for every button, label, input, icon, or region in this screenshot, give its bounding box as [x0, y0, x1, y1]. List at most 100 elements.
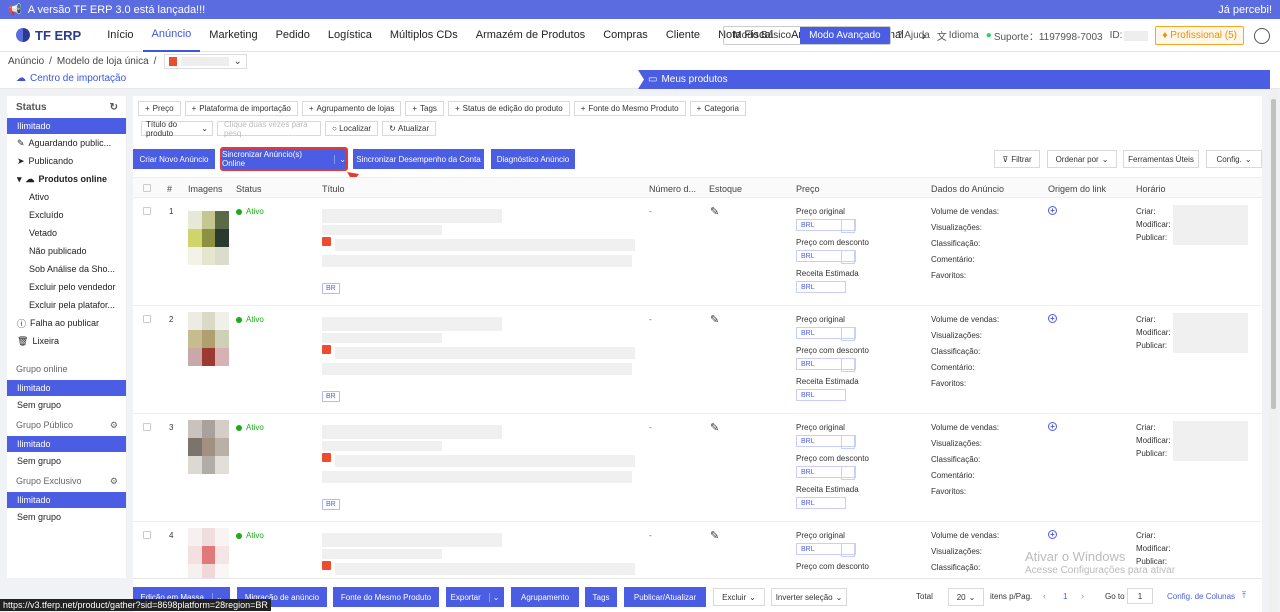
- add-link-icon[interactable]: +: [1048, 314, 1057, 323]
- filter-category[interactable]: + Categoria: [689, 101, 746, 116]
- group-exclusive-unlimited[interactable]: Ilimitado: [7, 492, 126, 508]
- menu-item-pedido[interactable]: Pedido: [267, 19, 319, 52]
- tags-button[interactable]: Tags: [585, 587, 617, 607]
- user-avatar-icon[interactable]: [1254, 27, 1270, 44]
- original-price-field[interactable]: BRL: [796, 543, 856, 557]
- gear-icon[interactable]: ⚙: [110, 420, 118, 431]
- sidebar-item-unlimited[interactable]: Ilimitado: [7, 118, 126, 134]
- find-button[interactable]: ○ Localizar: [325, 121, 379, 136]
- export-button[interactable]: Exportar ⌄: [446, 587, 504, 607]
- product-thumbnail[interactable]: [188, 420, 229, 474]
- invert-selection-button[interactable]: Inverter seleção ⌄: [771, 588, 847, 606]
- shop-selector[interactable]: ⌄: [164, 53, 247, 69]
- edit-stock-icon[interactable]: ✎: [710, 313, 719, 326]
- filter-button[interactable]: ⊽ Filtrar: [994, 150, 1040, 168]
- breadcrumb-anuncio[interactable]: Anúncio: [8, 56, 44, 67]
- help-link[interactable]: ? Ajuda: [897, 30, 930, 41]
- sidebar-item-platform-deleted[interactable]: Excluir pela platafor...: [7, 296, 126, 314]
- next-page-icon[interactable]: ›: [1081, 591, 1084, 601]
- menu-item-cliente[interactable]: Cliente: [657, 19, 709, 52]
- goto-page-input[interactable]: 1: [1127, 588, 1153, 604]
- diagnose-listing-button[interactable]: Diagnóstico Anúncio: [491, 149, 575, 169]
- import-center-tab[interactable]: ☁ Centro de importação: [16, 73, 126, 84]
- refresh-button[interactable]: ↻ Atualizar: [382, 121, 437, 136]
- product-thumbnail[interactable]: [188, 528, 229, 578]
- search-input[interactable]: Clique duas vezes para pesq: [217, 120, 321, 138]
- original-price-field[interactable]: BRL: [796, 219, 856, 233]
- sidebar-item-publishing[interactable]: ➤ Publicando: [7, 152, 126, 170]
- row-checkbox[interactable]: [143, 207, 151, 215]
- sidebar-item-trash[interactable]: 🗑 Lixeira: [7, 332, 126, 350]
- config-button[interactable]: Config. ⌄: [1206, 150, 1262, 168]
- back-to-top-icon[interactable]: ⤒: [1242, 590, 1246, 601]
- filter-import-platform[interactable]: + Plataforma de importação: [184, 101, 298, 116]
- search-field-select[interactable]: Título do produto ⌄: [141, 120, 213, 138]
- group-public-unlimited[interactable]: Ilimitado: [7, 436, 126, 452]
- filter-price[interactable]: + Preço: [138, 101, 181, 116]
- filter-tags[interactable]: + Tags: [405, 101, 444, 116]
- prev-page-icon[interactable]: ‹: [1043, 591, 1046, 601]
- plan-badge[interactable]: ♦ Profissional (5): [1155, 26, 1244, 45]
- mode-advanced-button[interactable]: Modo Avançado: [800, 27, 890, 44]
- scrollbar-thumb[interactable]: [1271, 99, 1276, 409]
- grouping-button[interactable]: Agrupamento: [511, 587, 579, 607]
- table-row[interactable]: 2 Ativo BR - ✎ Preço original BRL Preço …: [133, 307, 1262, 414]
- add-link-icon[interactable]: +: [1048, 422, 1057, 431]
- tools-button[interactable]: Ferramentas Úteis: [1123, 150, 1199, 168]
- original-price-field[interactable]: BRL: [796, 327, 856, 341]
- menu-item-logistica[interactable]: Logística: [319, 19, 381, 52]
- add-link-icon[interactable]: +: [1048, 206, 1057, 215]
- product-thumbnail[interactable]: [188, 211, 229, 265]
- sidebar-item-active[interactable]: Ativo: [7, 188, 126, 206]
- menu-item-armazem-produtos[interactable]: Armazém de Produtos: [467, 19, 594, 52]
- edit-stock-icon[interactable]: ✎: [710, 205, 719, 218]
- discount-price-field[interactable]: BRL: [796, 358, 856, 372]
- mode-basic-button[interactable]: Modo Básico: [724, 27, 800, 44]
- discount-price-field[interactable]: BRL: [796, 250, 856, 264]
- sync-performance-button[interactable]: Sincronizar Desempenho da Conta: [353, 149, 484, 169]
- row-checkbox[interactable]: [143, 423, 151, 431]
- edit-stock-icon[interactable]: ✎: [710, 529, 719, 542]
- sidebar-item-online[interactable]: ▾ ☁ Produtos online: [7, 170, 126, 188]
- vertical-scrollbar[interactable]: [1269, 89, 1278, 612]
- menu-item-anuncio[interactable]: Anúncio: [142, 19, 201, 52]
- page-number[interactable]: 1: [1063, 592, 1067, 601]
- row-checkbox[interactable]: [143, 531, 151, 539]
- table-row[interactable]: 1 Ativo BR - ✎ Preço original BRL Preço …: [133, 199, 1262, 306]
- group-online-none[interactable]: Sem grupo: [7, 396, 126, 414]
- product-thumbnail[interactable]: [188, 312, 229, 366]
- table-row[interactable]: 3 Ativo BR - ✎ Preço original BRL Preço …: [133, 415, 1262, 522]
- group-public-none[interactable]: Sem grupo: [7, 452, 126, 470]
- filter-same-source[interactable]: + Fonte do Mesmo Produto: [573, 101, 686, 116]
- create-listing-button[interactable]: Criar Novo Anúncio: [133, 149, 215, 169]
- sidebar-item-failed[interactable]: ⓘ Falha ao publicar: [7, 314, 126, 332]
- breadcrumb-modelo[interactable]: Modelo de loja única: [57, 56, 149, 67]
- group-exclusive-none[interactable]: Sem grupo: [7, 508, 126, 526]
- original-price-field[interactable]: BRL: [796, 435, 856, 449]
- group-online-unlimited[interactable]: Ilimitado: [7, 380, 126, 396]
- select-all-checkbox[interactable]: [143, 184, 151, 192]
- refresh-icon[interactable]: ↻: [110, 102, 118, 113]
- menu-item-multiplos-cds[interactable]: Múltiplos CDs: [381, 19, 467, 52]
- sidebar-item-seller-deleted[interactable]: Excluir pelo vendedor: [7, 278, 126, 296]
- sidebar-item-unpublished[interactable]: Não publicado: [7, 242, 126, 260]
- discount-price-field[interactable]: BRL: [796, 466, 856, 480]
- row-checkbox[interactable]: [143, 315, 151, 323]
- sidebar-item-awaiting[interactable]: ✎ Aguardando public...: [7, 134, 126, 152]
- sort-button[interactable]: Ordenar por ⌄: [1047, 150, 1117, 168]
- my-products-tab[interactable]: ▭ Meus produtos: [638, 70, 1270, 89]
- support-link[interactable]: ● Suporte：1197998-7003: [986, 28, 1103, 43]
- filter-edit-status[interactable]: + Status de edição do produto: [447, 101, 570, 116]
- menu-item-compras[interactable]: Compras: [594, 19, 657, 52]
- sidebar-item-banned[interactable]: Vetado: [7, 224, 126, 242]
- add-link-icon[interactable]: +: [1048, 530, 1057, 539]
- column-config-link[interactable]: Config. de Colunas: [1167, 592, 1235, 601]
- sidebar-item-review[interactable]: Sob Análise da Sho...: [7, 260, 126, 278]
- same-source-button[interactable]: Fonte do Mesmo Produto: [333, 587, 439, 607]
- publish-update-button[interactable]: Publicar/Atualizar: [624, 587, 706, 607]
- filter-shop-group[interactable]: + Agrupamento de lojas: [301, 101, 402, 116]
- sidebar-item-deleted[interactable]: Excluído: [7, 206, 126, 224]
- delete-button[interactable]: Excluir ⌄: [713, 588, 765, 606]
- app-logo[interactable]: TF ERP: [16, 28, 81, 43]
- dismiss-banner-link[interactable]: Já percebi!: [1218, 4, 1272, 16]
